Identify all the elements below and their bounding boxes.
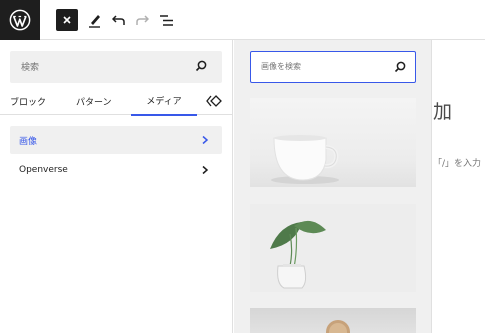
editor-app: 検索 ブロック パターン メディア 画像 Openverse 画像を検索 加 「… [0, 0, 485, 333]
close-icon [63, 16, 71, 24]
media-item-plant[interactable] [250, 204, 416, 292]
media-item-cup[interactable] [250, 98, 416, 187]
tab-media[interactable]: メディア [131, 87, 197, 116]
media-preview-panel: 画像を検索 [234, 40, 432, 333]
search-icon [394, 61, 406, 73]
clock-image [326, 320, 350, 333]
chevron-right-icon [202, 165, 209, 175]
media-category-openverse[interactable]: Openverse [10, 156, 222, 184]
plant-image [270, 220, 326, 289]
redo-button[interactable] [134, 8, 150, 32]
media-category-image-label: 画像 [19, 136, 38, 147]
list-view-icon [159, 14, 173, 26]
image-search-placeholder: 画像を検索 [261, 62, 301, 71]
image-search-field[interactable]: 画像を検索 [250, 51, 416, 83]
inserter-search-field[interactable]: 検索 [10, 51, 222, 83]
chevron-right-icon [202, 135, 209, 145]
media-category-image[interactable]: 画像 [10, 126, 222, 154]
undo-button[interactable] [111, 8, 127, 32]
top-toolbar [0, 0, 485, 40]
post-title-fragment[interactable]: 加 [433, 97, 452, 124]
pencil-icon [89, 15, 100, 28]
redo-icon [136, 15, 149, 25]
media-category-openverse-label: Openverse [19, 165, 68, 175]
wordpress-logo-icon [9, 9, 31, 31]
inserter-tabs: ブロック パターン メディア [0, 87, 233, 116]
edit-tools-button[interactable] [87, 8, 103, 32]
editor-canvas[interactable]: 加 「/」を入力 [433, 40, 485, 333]
search-icon [195, 60, 207, 72]
tab-blocks[interactable]: ブロック [10, 87, 46, 115]
cup-image [271, 135, 339, 184]
reusable-block-icon [206, 95, 222, 107]
tab-reusable-blocks[interactable] [206, 87, 222, 115]
block-inserter-panel: 検索 ブロック パターン メディア 画像 Openverse [0, 40, 233, 333]
tab-patterns[interactable]: パターン [76, 87, 112, 115]
inserter-search-placeholder: 検索 [21, 63, 40, 73]
block-placeholder-hint[interactable]: 「/」を入力 [433, 156, 481, 169]
close-inserter-button[interactable] [56, 9, 78, 31]
list-view-button[interactable] [158, 8, 174, 32]
wordpress-logo-button[interactable] [0, 0, 40, 40]
undo-icon [112, 15, 125, 25]
media-item-clock[interactable] [250, 308, 416, 333]
